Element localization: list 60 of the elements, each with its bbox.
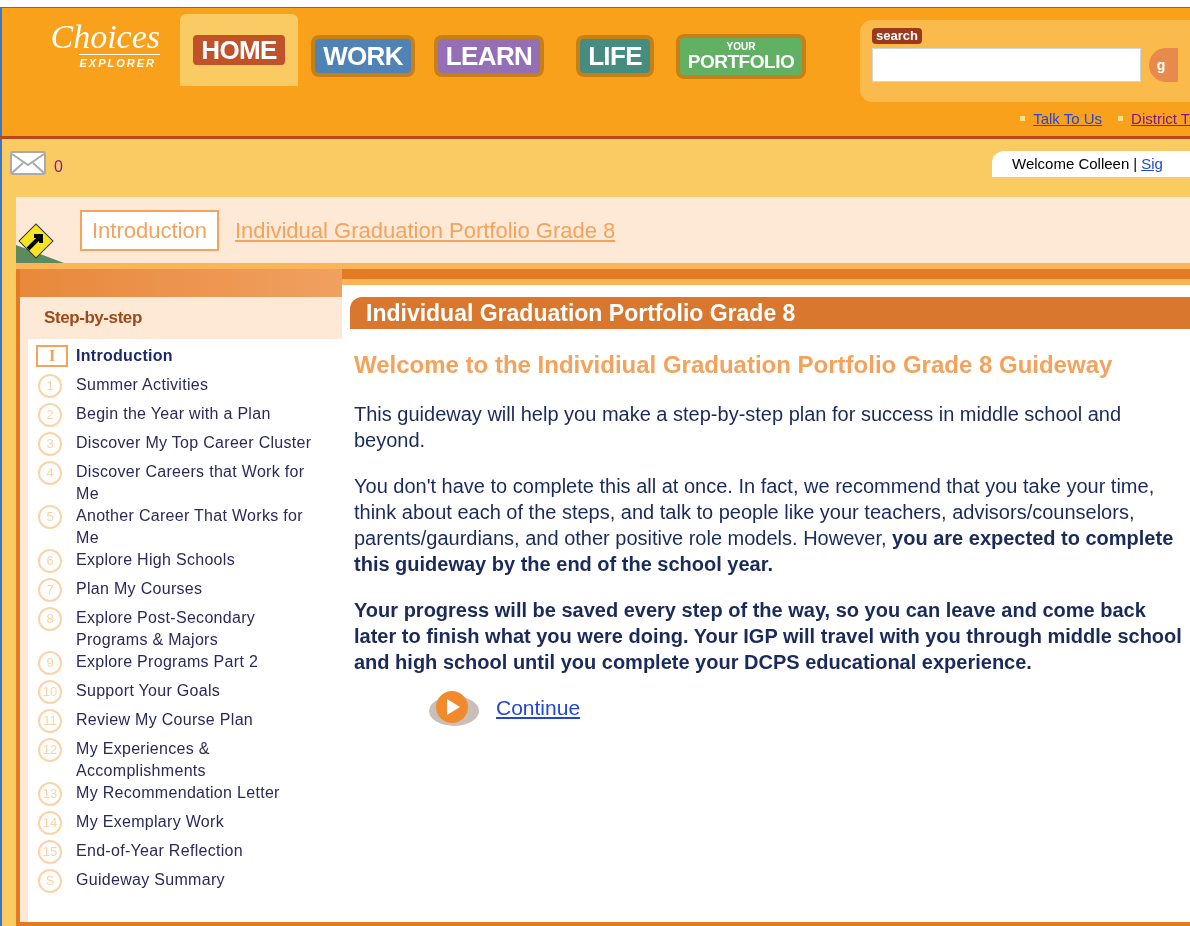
step-marker: 14: [38, 811, 62, 835]
arrow-sign-icon: [16, 223, 64, 263]
step-link[interactable]: Summer Activities: [76, 374, 324, 396]
continue-link[interactable]: Continue: [496, 692, 581, 724]
separator: |: [1133, 153, 1138, 174]
search-label: search: [872, 28, 922, 45]
paragraph: Your progress will be saved every step of the way, so you can leave and come back later to finish what you were doing. Your IGP will travel with you through middle school and high school until you complete your DCPS educational experience.: [354, 598, 1183, 675]
tab-label: YOUR PORTFOLIO: [679, 37, 803, 75]
step-link[interactable]: Support Your Goals: [76, 680, 324, 702]
welcome-text: Welcome Colleen: [1012, 153, 1130, 174]
step-marker: 8: [38, 607, 62, 631]
mail-icon[interactable]: [10, 151, 46, 175]
step-marker: 12: [38, 738, 62, 762]
mail-count: 0: [54, 159, 63, 175]
page-title: Individual Graduation Portfolio Grade 8: [366, 298, 796, 328]
step-marker: 5: [38, 505, 62, 529]
step-marker: 7: [38, 578, 62, 602]
step-link[interactable]: Guideway Summary: [76, 869, 324, 891]
tab-label: HOME: [193, 35, 285, 65]
step-link[interactable]: Discover My Top Career Cluster: [76, 432, 324, 454]
step-link[interactable]: Review My Course Plan: [76, 709, 324, 731]
step-marker: 1: [38, 374, 62, 398]
step-marker: 15: [38, 840, 62, 864]
step-marker: 4: [38, 461, 62, 485]
sidebar-title: Step-by-step: [44, 307, 142, 330]
bullet-icon: [1020, 116, 1026, 122]
play-icon: [428, 689, 480, 727]
step-link[interactable]: Explore High Schools: [76, 549, 324, 571]
step-marker: 3: [38, 432, 62, 456]
step-link[interactable]: Plan My Courses: [76, 578, 324, 600]
top-link[interactable]: District T: [1131, 107, 1190, 130]
step-marker: 2: [38, 403, 62, 427]
step-link[interactable]: My Recommendation Letter: [76, 782, 324, 804]
tab-label: WORK: [315, 39, 411, 73]
tab-label: LIFE: [580, 39, 650, 73]
bullet-icon: [1118, 116, 1124, 122]
step-marker: 9: [38, 651, 62, 675]
tab-label: LEARN: [437, 39, 541, 73]
step-link[interactable]: My Experiences & Accomplishments: [76, 738, 324, 782]
step-link[interactable]: End-of-Year Reflection: [76, 840, 324, 862]
sign-link[interactable]: Sig: [1141, 152, 1163, 176]
step-link[interactable]: Discover Careers that Work for Me: [76, 461, 324, 505]
search-field[interactable]: [872, 48, 1141, 83]
paragraph: This guideway will help you make a step-by-step plan for success in middle school and beyond.: [354, 402, 1123, 453]
step-marker: I: [36, 345, 68, 367]
step-marker: S: [38, 869, 62, 893]
step-marker: 10: [38, 680, 62, 704]
step-link[interactable]: Explore Post-Secondary Programs & Majors: [76, 607, 324, 651]
step-link[interactable]: Begin the Year with a Plan: [76, 403, 324, 425]
nav-tab[interactable]: HOME: [180, 14, 298, 86]
paragraph: You don't have to complete this all at once. In fact, we recommend that you take your time, think about each of the steps, and talk to people like your teachers, advisors/counselors, parents/gaurdians, and other positive role models. However, you are expected to complete this guideway by the end of the school year.: [354, 474, 1175, 577]
step-marker: 6: [38, 549, 62, 573]
step-marker: 13: [38, 782, 62, 806]
welcome-heading: Welcome to the Individiual Graduation Portfolio Grade 8 Guideway: [354, 350, 1114, 380]
step-link[interactable]: Another Career That Works for Me: [76, 505, 324, 549]
step-marker: 11: [38, 709, 62, 733]
step-link[interactable]: Explore Programs Part 2: [76, 651, 324, 673]
breadcrumb-current: Introduction: [80, 209, 219, 251]
step-link[interactable]: My Exemplary Work: [76, 811, 324, 833]
step-link[interactable]: Introduction: [76, 345, 324, 367]
